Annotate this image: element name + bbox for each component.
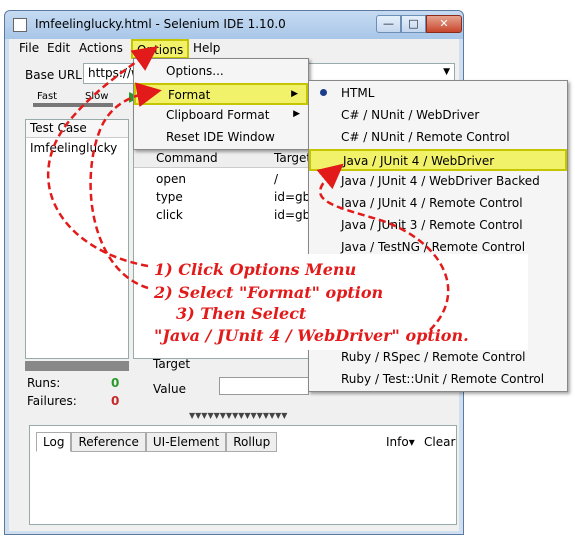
menu-item-label: Clipboard Format	[166, 108, 270, 122]
base-url-label: Base URL	[25, 68, 82, 82]
runs-label: Runs:	[27, 376, 61, 390]
table-cell[interactable]: open	[156, 172, 186, 186]
format-item-label: Java / JUnit 3 / Remote Control	[341, 218, 523, 232]
menu-edit[interactable]: Edit	[47, 41, 70, 55]
failures-count: 0	[111, 394, 120, 408]
annotation-line: 1) Click Options Menu	[154, 260, 357, 279]
menu-item-options[interactable]: Options...	[134, 61, 308, 83]
menu-item-label: Format	[168, 88, 211, 102]
tab-rollup[interactable]: Rollup	[226, 432, 278, 452]
log-tabs: Log Reference UI-Element Rollup	[36, 432, 278, 452]
format-item[interactable]: Java / JUnit 3 / Remote Control	[309, 215, 567, 237]
speed-track[interactable]	[33, 103, 113, 107]
submenu-arrow-icon: ▶	[291, 89, 298, 99]
format-item[interactable]: Java / JUnit 4 / WebDriver Backed	[309, 171, 567, 193]
format-item-label: Ruby / RSpec / Remote Control	[341, 350, 526, 364]
format-item-label: Ruby / Test::Unit / Remote Control	[341, 372, 545, 386]
format-item-label: C# / NUnit / WebDriver	[341, 108, 480, 122]
format-item-label: Java / JUnit 4 / WebDriver	[343, 154, 495, 168]
table-cell[interactable]: /	[274, 172, 278, 186]
format-item[interactable]: Java / JUnit 4 / Remote Control	[309, 193, 567, 215]
annotation-line: 3) Then Select	[176, 304, 307, 323]
speed-slow-label: Slow	[85, 91, 109, 102]
submenu-arrow-icon: ▶	[293, 109, 300, 119]
format-item[interactable]: Ruby / Test::Unit / Remote Control	[309, 369, 567, 391]
format-item-label: HTML	[341, 86, 375, 100]
tab-reference[interactable]: Reference	[71, 432, 146, 452]
format-item-label: Java / TestNG / Remote Control	[341, 240, 526, 254]
annotation-line: 2) Select "Format" option	[154, 283, 384, 302]
close-button[interactable]: ✕	[426, 15, 462, 33]
menu-options[interactable]: Options	[131, 39, 190, 59]
table-cell[interactable]: click	[156, 208, 183, 222]
test-case-item[interactable]: Imfeelinglucky	[26, 138, 128, 158]
test-case-panel: Test Case Imfeelinglucky	[25, 119, 129, 359]
format-item-java-junit4-webdriver[interactable]: Java / JUnit 4 / WebDriver	[309, 149, 567, 171]
speed-fast-label: Fast	[37, 91, 58, 102]
menu-actions[interactable]: Actions	[79, 41, 123, 55]
value-label: Value	[153, 382, 186, 396]
format-item-label: Java / JUnit 4 / WebDriver Backed	[341, 174, 540, 188]
options-menu: Options... Format ▶ Clipboard Format ▶ Res…	[133, 58, 309, 150]
radio-selected-icon	[320, 89, 327, 96]
speed-slider[interactable]: Fast Slow	[25, 91, 125, 107]
menu-item-reset-ide-window[interactable]: Reset IDE Window	[134, 127, 308, 149]
menu-item-label: Reset IDE Window	[166, 130, 275, 144]
annotation-line: "Java / JUnit 4 / WebDriver" option.	[154, 326, 469, 345]
menu-bar: File Edit Actions Options Help	[9, 39, 459, 59]
tab-log[interactable]: Log	[36, 432, 72, 452]
tab-ui-element[interactable]: UI-Element	[145, 432, 227, 452]
menu-item-clipboard-format[interactable]: Clipboard Format ▶	[134, 105, 308, 127]
title-bar: Imfeelinglucky.html - Selenium IDE 1.10.…	[5, 11, 463, 39]
target-label: Target	[153, 357, 191, 371]
menu-help[interactable]: Help	[193, 41, 220, 55]
annotation-callout: 1) Click Options Menu 2) Select "Format"…	[148, 254, 528, 350]
value-input[interactable]	[219, 377, 309, 395]
log-info-button[interactable]: Info▾	[386, 435, 415, 449]
column-target: Target	[274, 151, 312, 165]
format-item-label: C# / NUnit / Remote Control	[341, 130, 510, 144]
format-item-label: Java / JUnit 4 / Remote Control	[341, 196, 523, 210]
test-case-header: Test Case	[26, 120, 128, 138]
format-item-html[interactable]: HTML	[309, 83, 567, 105]
log-panel: Log Reference UI-Element Rollup Info▾ Clear	[29, 425, 457, 525]
run-progress-bar	[25, 361, 129, 371]
menu-item-format[interactable]: Format ▶	[134, 83, 308, 105]
format-item[interactable]: C# / NUnit / Remote Control	[309, 127, 567, 149]
column-command: Command	[156, 151, 218, 165]
splitter-handle-icon[interactable]: ▼▼▼▼▼▼▼▼▼▼▼▼▼▼▼▼	[189, 411, 287, 420]
window-title: Imfeelinglucky.html - Selenium IDE 1.10.…	[35, 17, 286, 31]
failures-label: Failures:	[27, 394, 77, 408]
runs-count: 0	[111, 376, 120, 390]
menu-file[interactable]: File	[19, 41, 39, 55]
maximize-button[interactable]: □	[401, 15, 426, 33]
format-item[interactable]: C# / NUnit / WebDriver	[309, 105, 567, 127]
minimize-button[interactable]: —	[376, 15, 401, 33]
table-cell[interactable]: type	[156, 190, 183, 204]
format-item[interactable]: Ruby / RSpec / Remote Control	[309, 347, 567, 369]
app-icon	[13, 18, 27, 32]
chevron-down-icon[interactable]: ▼	[443, 67, 450, 77]
menu-item-label: Options...	[166, 64, 224, 78]
log-clear-button[interactable]: Clear	[424, 435, 455, 449]
